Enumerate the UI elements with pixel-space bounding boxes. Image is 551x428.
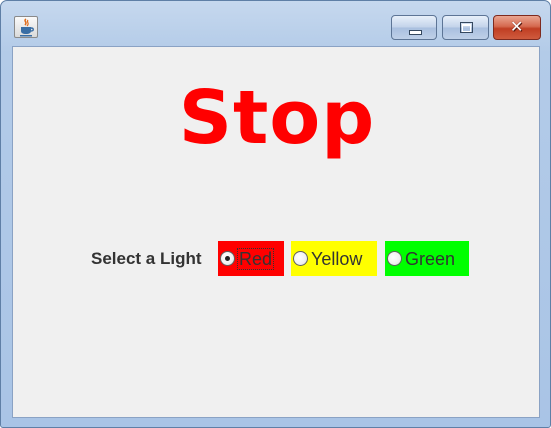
minimize-button[interactable]: [391, 15, 437, 40]
minimize-icon: [409, 30, 422, 35]
close-icon: ✕: [510, 17, 524, 36]
radio-green-label[interactable]: Green: [405, 249, 455, 269]
content-pane: Stop Select a Light Red Yellow Green: [12, 46, 540, 418]
radio-green[interactable]: Green: [385, 241, 469, 276]
title-bar[interactable]: ✕: [1, 1, 550, 45]
radio-red-label[interactable]: Red: [236, 247, 275, 270]
select-light-label: Select a Light: [91, 249, 202, 268]
coffee-cup-glyph: [20, 18, 34, 37]
radio-red[interactable]: Red: [218, 241, 284, 276]
radio-yellow-label[interactable]: Yellow: [311, 249, 362, 269]
radio-green-circle[interactable]: [387, 251, 402, 266]
radio-red-circle[interactable]: [220, 251, 235, 266]
radio-yellow[interactable]: Yellow: [291, 241, 377, 276]
java-coffee-cup-icon[interactable]: [14, 16, 38, 38]
close-button[interactable]: ✕: [493, 15, 541, 40]
radio-yellow-circle[interactable]: [293, 251, 308, 266]
app-window: ✕ Stop Select a Light Red Yellow Green: [0, 0, 551, 428]
maximize-icon: [460, 22, 473, 33]
light-status-title: Stop: [178, 75, 376, 161]
maximize-button[interactable]: [442, 15, 489, 40]
